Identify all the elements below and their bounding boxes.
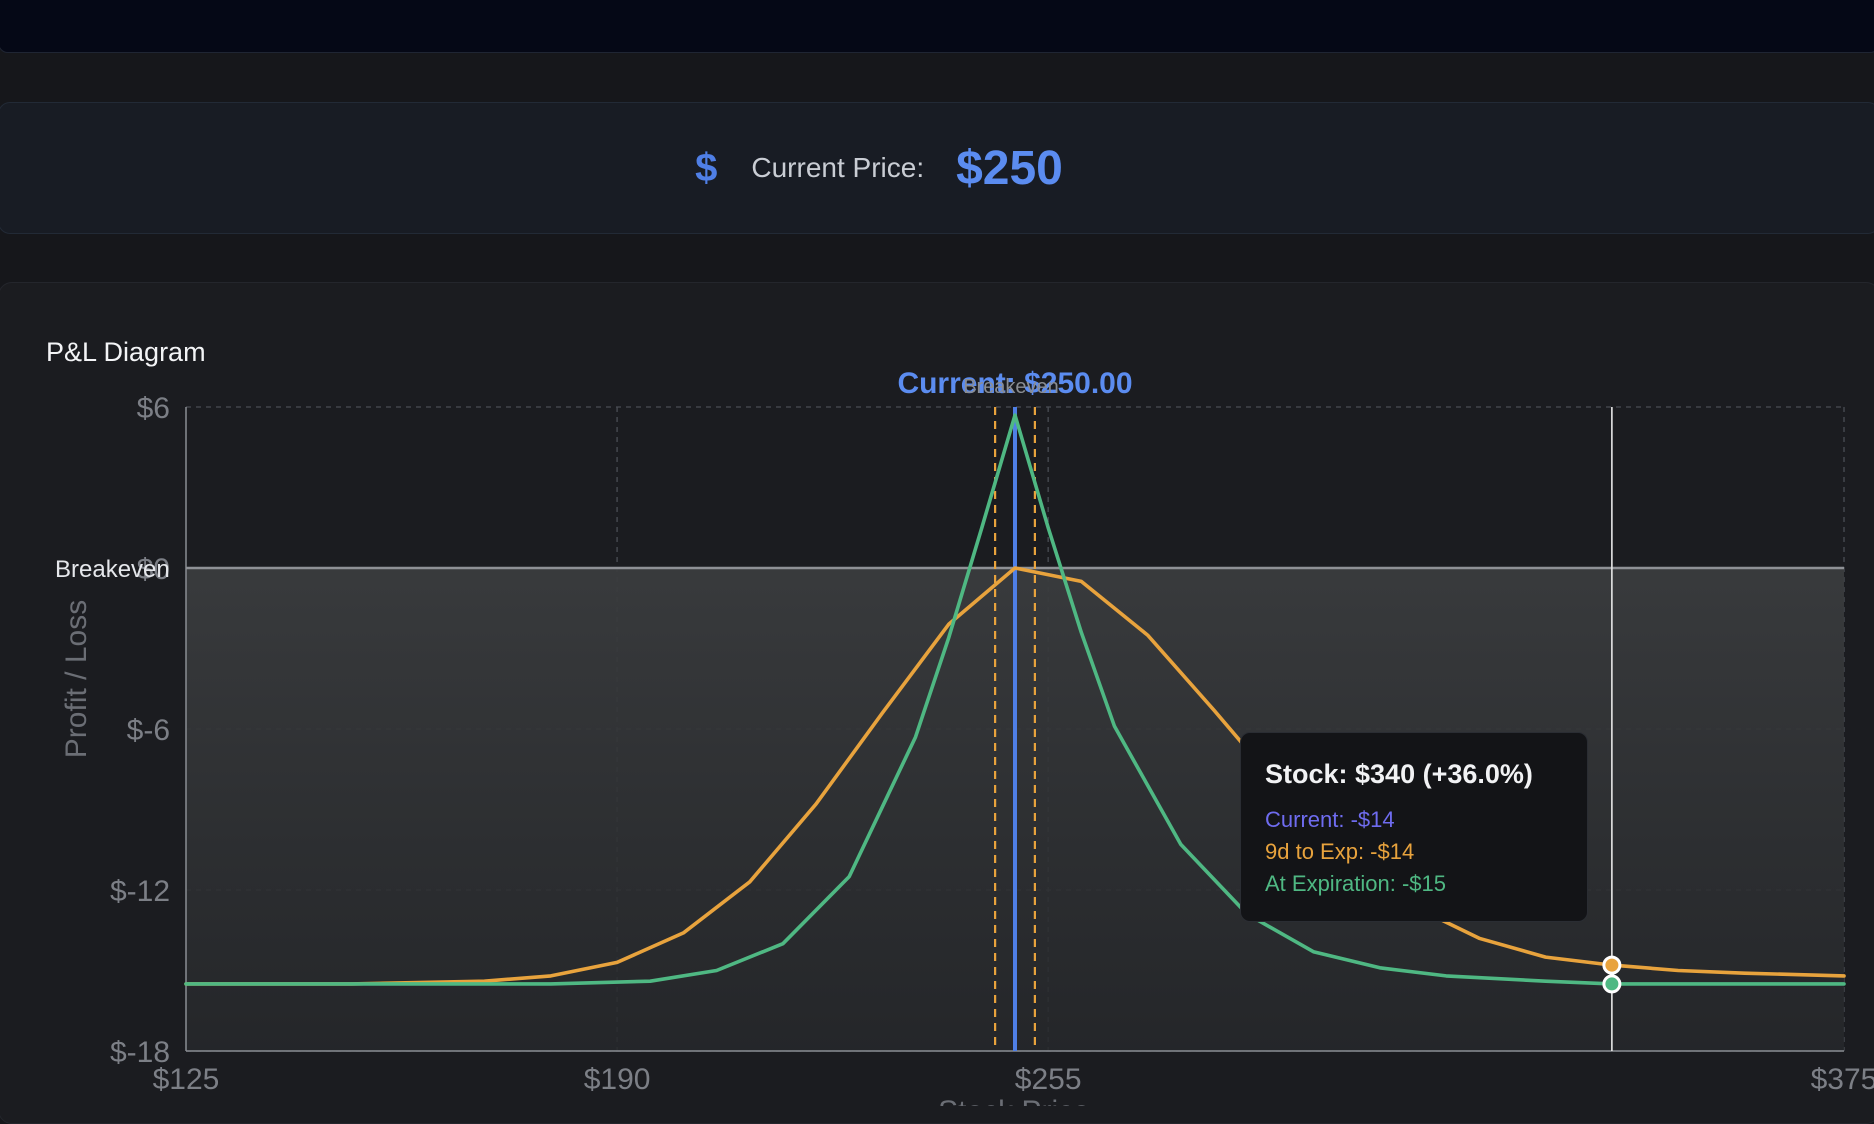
tooltip-at-expiration: At Expiration: -$15	[1265, 871, 1446, 896]
tooltip-title: Stock: $340 (+36.0%)	[1265, 759, 1533, 789]
x-tick-label: $125	[153, 1063, 220, 1096]
hover-point	[1602, 955, 1622, 975]
y-tick-label: $-12	[110, 875, 170, 908]
breakeven-label: Breakeven	[55, 556, 170, 583]
chart-tooltip: Stock: $340 (+36.0%) Current: -$14 9d to…	[1240, 732, 1588, 922]
x-axis-label: Stock Price	[938, 1095, 1090, 1106]
x-tick-label: $190	[584, 1063, 651, 1096]
pl-chart[interactable]: $6$0$-6$-12$-18$125 $190 $255 $375Breakeven…	[0, 0, 1874, 1106]
y-tick-label: $-6	[127, 714, 170, 747]
tooltip-current: Current: -$14	[1265, 807, 1395, 832]
y-axis-label: Profit / Loss	[60, 600, 93, 758]
hover-point	[1602, 974, 1622, 994]
x-tick-label: $375	[1811, 1063, 1874, 1096]
x-tick-label: $255	[1015, 1063, 1082, 1096]
tooltip-9d-to-exp: 9d to Exp: -$14	[1265, 839, 1415, 864]
breakeven-top-label: Breakeven	[963, 376, 1059, 398]
y-tick-label: $6	[137, 392, 170, 425]
